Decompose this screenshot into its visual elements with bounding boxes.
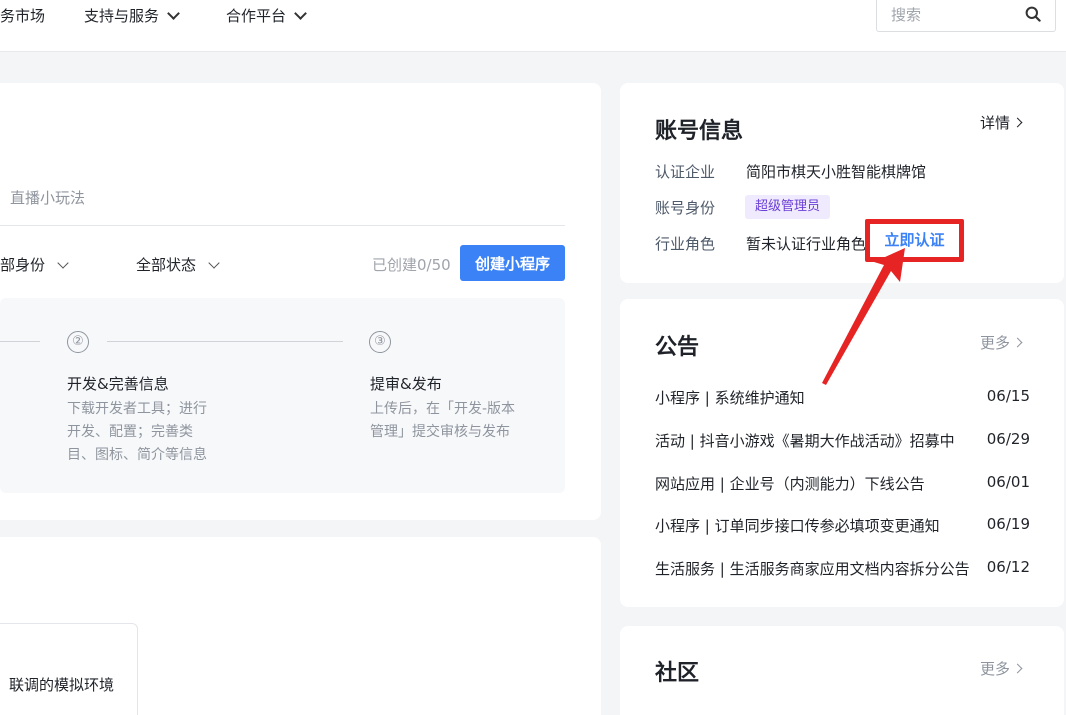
arrow-shape <box>822 248 905 385</box>
annotation-arrow <box>822 248 905 385</box>
